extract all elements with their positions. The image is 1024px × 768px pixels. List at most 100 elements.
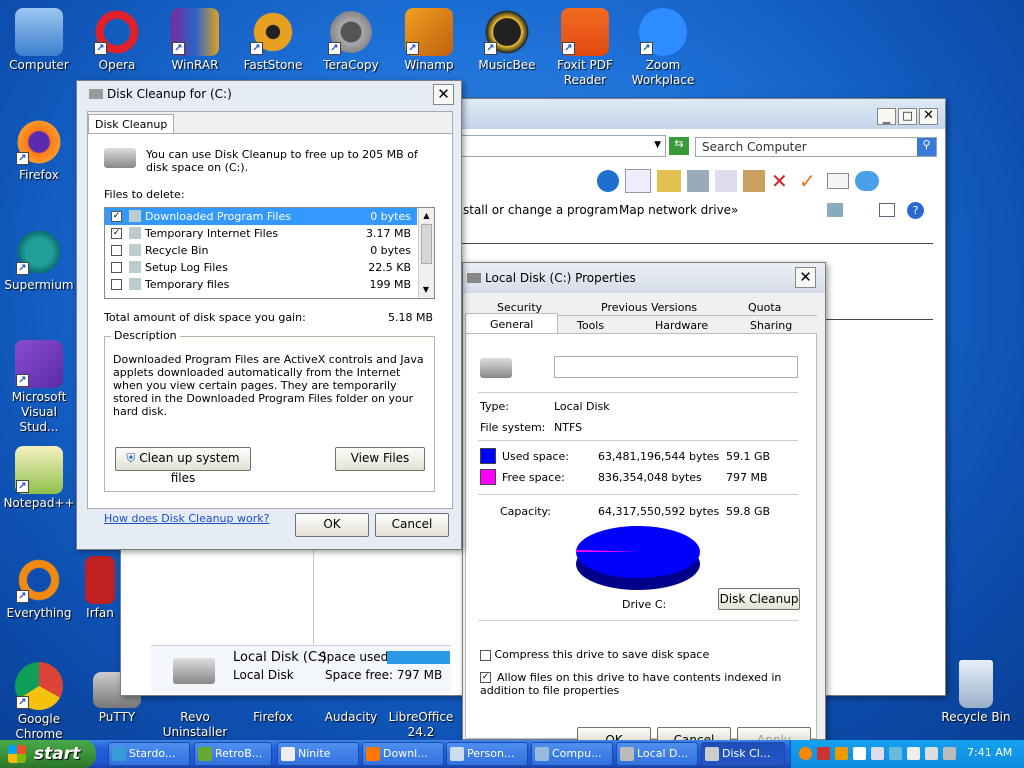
how-cleanup-works-link[interactable]: How does Disk Cleanup work?	[104, 512, 269, 525]
computer-icon	[535, 747, 549, 761]
copy-icon[interactable]	[715, 170, 737, 192]
maximize-button[interactable]: □	[898, 108, 917, 125]
close-button[interactable]: ✕	[433, 84, 454, 105]
cleanup-titlebar: Disk Cleanup for (C:)	[77, 81, 461, 107]
task-stardock[interactable]: Stardo...	[108, 742, 190, 766]
drive-label-input[interactable]	[554, 356, 798, 378]
scroll-thumb[interactable]	[421, 224, 432, 264]
desktop-icon-opera[interactable]: ↗ Opera	[78, 8, 156, 73]
desktop-icon-notepadpp[interactable]: ↗ Notepad++	[0, 446, 78, 511]
desktop-icon-computer[interactable]: Computer	[0, 8, 78, 73]
preview-pane-icon[interactable]	[879, 203, 895, 217]
tray-icon[interactable]	[889, 747, 902, 760]
globe-icon[interactable]	[855, 171, 879, 191]
search-icon[interactable]: ⚲	[917, 138, 936, 156]
tab-hardware[interactable]: Hardware	[655, 319, 708, 332]
pane-icon[interactable]	[625, 169, 651, 193]
ok-button[interactable]: OK	[295, 513, 369, 537]
desktop-icon-recycle-bin[interactable]: Recycle Bin	[936, 660, 1016, 725]
file-checkbox[interactable]: ✓	[111, 211, 122, 222]
desktop-icon-winamp[interactable]: ↗ Winamp	[390, 8, 468, 73]
tab-quota[interactable]: Quota	[748, 301, 781, 314]
ok-button[interactable]: OK	[577, 727, 651, 741]
up-icon[interactable]	[597, 170, 619, 192]
scroll-up-icon[interactable]: ▲	[419, 208, 434, 224]
desktop-icon-firefox[interactable]: ↗ Firefox	[0, 118, 78, 183]
view-files-button[interactable]: View Files	[335, 447, 425, 471]
start-button[interactable]: start	[0, 740, 96, 768]
tray-icon[interactable]	[925, 747, 938, 760]
index-checkbox[interactable]: ✓	[480, 672, 491, 683]
go-refresh-icon[interactable]: ⇆	[669, 137, 689, 155]
task-ninite[interactable]: Ninite	[277, 742, 359, 766]
search-input[interactable]: Search Computer	[695, 137, 937, 157]
network-icon[interactable]	[907, 747, 920, 760]
cleanup-icon	[705, 747, 719, 761]
check-icon[interactable]: ✓	[799, 170, 821, 192]
more-links[interactable]: »	[731, 203, 738, 217]
desktop-icon-musicbee[interactable]: ↗ MusicBee	[468, 8, 546, 73]
desktop-icon-chrome[interactable]: ↗ Google Chrome	[0, 662, 78, 742]
desktop-icon-winrar[interactable]: ↗ WinRAR	[156, 8, 234, 73]
compress-checkbox[interactable]	[480, 649, 491, 661]
view-icon[interactable]	[827, 203, 843, 217]
desktop-icon-visual-studio[interactable]: ↗ Microsoft Visual Stud...	[0, 340, 78, 435]
desktop-icon-teracopy[interactable]: ↗ TeraCopy	[312, 8, 390, 73]
folder-icon[interactable]	[657, 170, 681, 192]
help-icon[interactable]: ?	[907, 202, 924, 219]
file-row[interactable]: ✓ Downloaded Program Files 0 bytes	[105, 208, 417, 225]
delete-icon[interactable]: ✕	[771, 170, 793, 192]
task-computer[interactable]: Compu...	[531, 742, 613, 766]
tray-icon[interactable]	[853, 747, 866, 760]
tray-icon[interactable]	[871, 747, 884, 760]
task-personalize[interactable]: Person...	[446, 742, 528, 766]
cancel-button[interactable]: Cancel	[375, 513, 449, 537]
desktop-icon-zoom[interactable]: ↗ Zoom Workplace	[624, 8, 702, 88]
desktop-icon-everything[interactable]: ↗ Everything	[0, 556, 78, 621]
minimize-button[interactable]: _	[877, 108, 896, 125]
desktop-icon-supermium[interactable]: ↗ Supermium	[0, 228, 78, 293]
desktop-icon-faststone[interactable]: ↗ FastStone	[234, 8, 312, 73]
cancel-button[interactable]: Cancel	[657, 727, 731, 741]
tab-disk-cleanup[interactable]: Disk Cleanup	[88, 114, 175, 134]
tab-previous-versions[interactable]: Previous Versions	[601, 301, 697, 314]
file-checkbox[interactable]	[111, 262, 122, 273]
task-disk-cleanup[interactable]: Disk Cl...	[701, 742, 785, 766]
paste-icon[interactable]	[743, 170, 765, 192]
file-checkbox[interactable]	[111, 279, 122, 290]
clean-system-files-button[interactable]: ⛨ Clean up system files	[115, 447, 251, 485]
close-button[interactable]: ✕	[795, 267, 816, 288]
map-network-drive-link[interactable]: Map network drive	[619, 203, 731, 217]
apply-button[interactable]: Apply	[737, 727, 811, 741]
scroll-down-icon[interactable]: ▼	[419, 282, 433, 298]
search-icon[interactable]	[799, 747, 812, 760]
task-retrobar[interactable]: RetroB...	[194, 742, 272, 766]
compress-option[interactable]: Compress this drive to save disk space	[480, 648, 709, 661]
index-option[interactable]: ✓ Allow files on this drive to have conte…	[480, 671, 800, 697]
file-checkbox[interactable]	[111, 245, 122, 256]
desktop-icon-foxit[interactable]: ↗ Foxit PDF Reader	[546, 8, 624, 88]
files-list[interactable]: ✓ Downloaded Program Files 0 bytes ✓ Tempora…	[104, 207, 435, 299]
close-button[interactable]: ✕	[919, 108, 938, 125]
file-row[interactable]: Setup Log Files 22.5 KB	[105, 259, 417, 276]
task-downloads[interactable]: Downl...	[362, 742, 444, 766]
file-row[interactable]: Temporary files 199 MB	[105, 276, 417, 293]
tab-tools[interactable]: Tools	[577, 319, 604, 332]
tray-icon[interactable]	[835, 747, 848, 760]
cut-icon[interactable]	[687, 170, 709, 192]
tab-general[interactable]: General	[465, 313, 559, 335]
properties-icon[interactable]	[827, 173, 849, 189]
irfanview-icon	[85, 556, 115, 604]
file-checkbox[interactable]: ✓	[111, 228, 122, 239]
tab-sharing[interactable]: Sharing	[750, 319, 792, 332]
tray-icon[interactable]	[817, 747, 830, 760]
uninstall-link[interactable]: stall or change a program	[463, 203, 618, 217]
disk-cleanup-button[interactable]: Disk Cleanup	[718, 588, 800, 610]
everything-icon: ↗	[15, 556, 63, 604]
volume-icon[interactable]	[943, 747, 956, 760]
scrollbar[interactable]: ▲ ▼	[418, 208, 434, 298]
task-local-disk[interactable]: Local D...	[616, 742, 698, 766]
chevron-down-icon[interactable]: ▼	[654, 140, 661, 150]
file-row[interactable]: ✓ Temporary Internet Files 3.17 MB	[105, 225, 417, 242]
file-row[interactable]: Recycle Bin 0 bytes	[105, 242, 417, 259]
